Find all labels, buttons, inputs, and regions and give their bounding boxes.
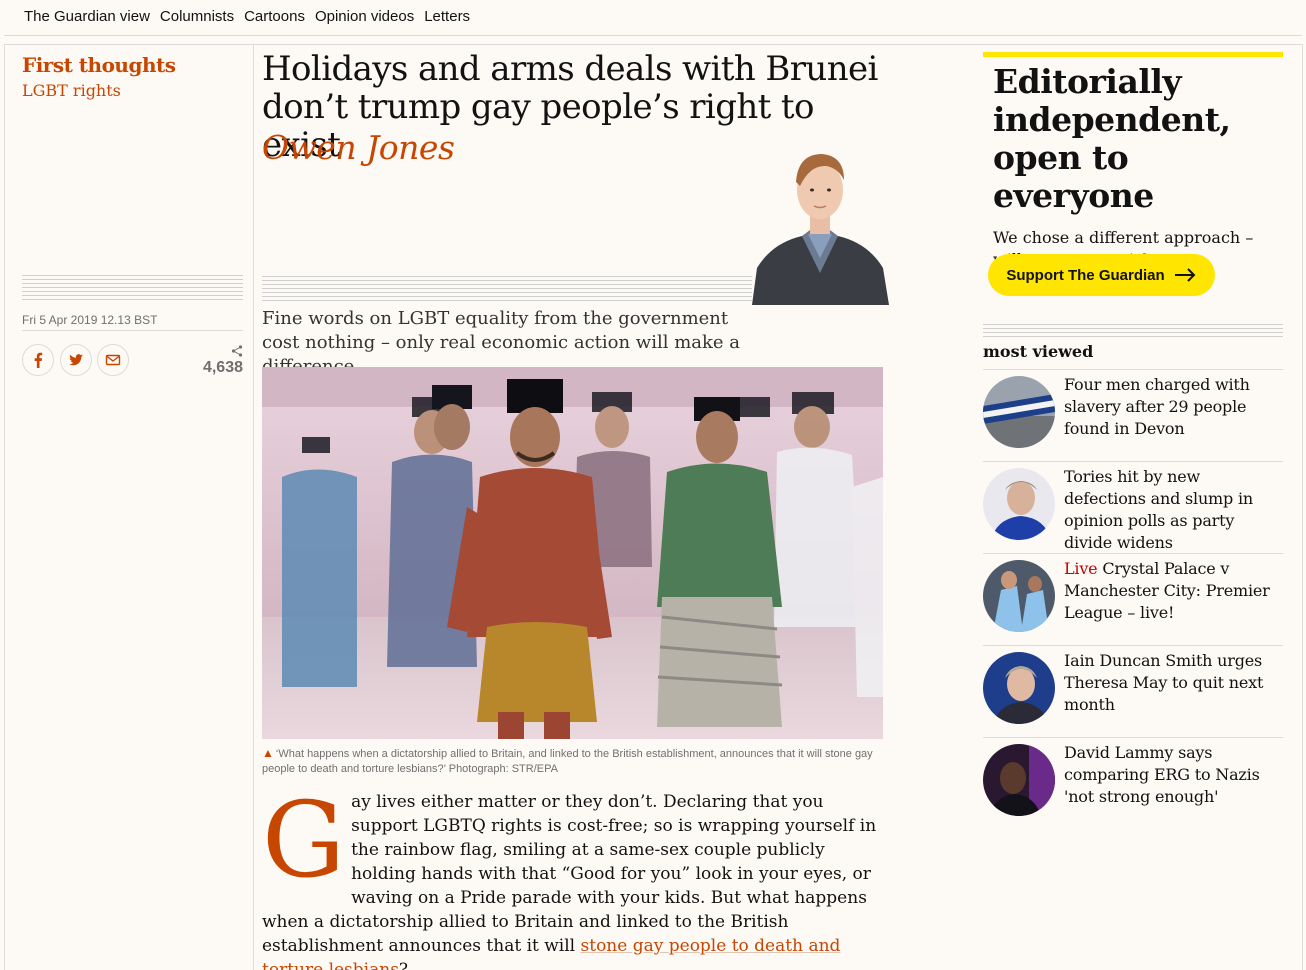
most-viewed-item[interactable]: Iain Duncan Smith urges Theresa May to q… (983, 645, 1283, 737)
most-viewed-item[interactable]: Tories hit by new defections and slump i… (983, 461, 1283, 553)
live-label: Live (1064, 559, 1098, 578)
nav-cartoons[interactable]: Cartoons (244, 8, 305, 25)
most-viewed-divider-lines (983, 324, 1283, 340)
facebook-icon (34, 352, 43, 368)
dateline: Fri 5 Apr 2019 12.13 BST (22, 313, 158, 327)
tag-link[interactable]: LGBT rights (22, 81, 175, 100)
body-paragraph: ay lives either matter or they don’t. De… (262, 792, 877, 956)
meta-divider-lines (22, 275, 243, 303)
nav-letters[interactable]: Letters (424, 8, 470, 25)
email-icon (105, 354, 121, 366)
caption-text: ‘What happens when a dictatorship allied… (262, 748, 873, 775)
nav-guardian-view[interactable]: The Guardian view (24, 8, 150, 25)
most-viewed-headline-text: Tories hit by new defections and slump i… (1064, 467, 1253, 552)
support-heading: Editorially independent, open to everyon… (993, 62, 1231, 215)
share-count: 4,638 (190, 345, 243, 377)
share-twitter-button[interactable] (60, 344, 92, 376)
caption-triangle-icon: ▲ (262, 746, 274, 760)
most-viewed-headline-text: David Lammy says comparing ERG to Nazis … (1064, 743, 1260, 806)
series-link[interactable]: First thoughts (22, 53, 176, 77)
most-viewed-headline: Iain Duncan Smith urges Theresa May to q… (1064, 650, 1284, 716)
drop-cap: G (262, 779, 346, 901)
most-viewed-item[interactable]: Live Crystal Palace v Manchester City: P… (983, 553, 1283, 645)
column-divider (4, 44, 5, 970)
most-viewed-item[interactable]: David Lammy says comparing ERG to Nazis … (983, 737, 1283, 829)
article-kicker: First thoughts LGBT rights (22, 53, 176, 100)
divider (4, 35, 1302, 36)
support-epic: Editorially independent, open to everyon… (983, 52, 1283, 314)
share-facebook-button[interactable] (22, 344, 54, 376)
most-viewed-headline: David Lammy says comparing ERG to Nazis … (1064, 742, 1284, 808)
byline-divider-lines (262, 276, 752, 304)
nav-opinion-videos[interactable]: Opinion videos (315, 8, 414, 25)
most-viewed-thumbnail (983, 376, 1055, 448)
column-divider (253, 44, 254, 970)
most-viewed-headline-text: Iain Duncan Smith urges Theresa May to q… (1064, 651, 1264, 714)
most-viewed-title: most viewed (983, 342, 1094, 361)
twitter-icon (69, 354, 83, 366)
share-email-button[interactable] (97, 344, 129, 376)
arrow-right-icon (1174, 268, 1196, 282)
support-button-label: Support The Guardian (1006, 266, 1165, 284)
most-viewed-headline: Four men charged with slavery after 29 p… (1064, 374, 1284, 440)
share-count-value: 4,638 (202, 359, 243, 376)
divider (4, 44, 1302, 45)
most-viewed-thumbnail (983, 652, 1055, 724)
most-viewed-item[interactable]: Four men charged with slavery after 29 p… (983, 369, 1283, 461)
sub-navigation: The Guardian view Columnists Cartoons Op… (0, 0, 1306, 33)
body-paragraph-end: ? (398, 960, 409, 970)
support-button[interactable]: Support The Guardian (988, 254, 1215, 296)
most-viewed-headline: Live Crystal Palace v Manchester City: P… (1064, 558, 1284, 624)
byline-author[interactable]: Owen Jones (262, 128, 455, 167)
column-divider (1302, 44, 1303, 970)
divider (22, 330, 243, 331)
most-viewed-thumbnail (983, 560, 1055, 632)
most-viewed-thumbnail (983, 744, 1055, 816)
most-viewed-headline-text: Four men charged with slavery after 29 p… (1064, 375, 1250, 438)
article-body: Gay lives either matter or they don’t. D… (262, 779, 882, 970)
most-viewed-headline: Tories hit by new defections and slump i… (1064, 466, 1284, 554)
photo-caption: ▲ ‘What happens when a dictatorship allie… (262, 746, 882, 777)
author-portrait (752, 138, 889, 305)
most-viewed-thumbnail (983, 468, 1055, 540)
nav-columnists[interactable]: Columnists (160, 8, 234, 25)
share-icon (231, 345, 243, 357)
main-photo (262, 367, 883, 739)
